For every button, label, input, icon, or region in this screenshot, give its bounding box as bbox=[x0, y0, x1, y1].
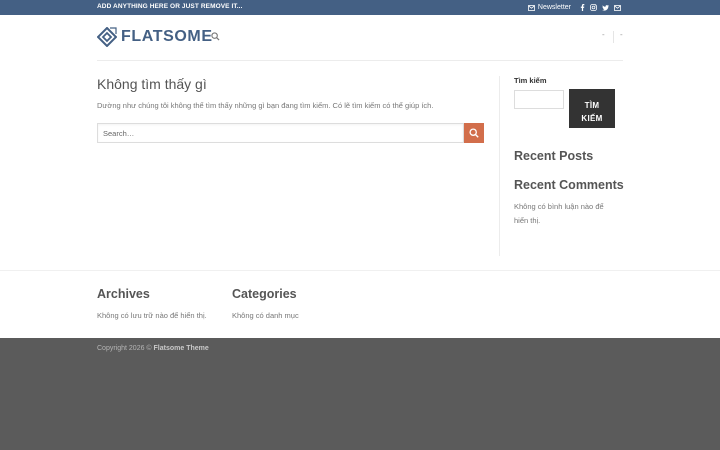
sidebar-search-button[interactable]: TÌM KIẾM bbox=[569, 89, 615, 128]
search-form bbox=[97, 123, 484, 143]
logo-text: FLATSOME bbox=[121, 28, 213, 45]
facebook-icon[interactable] bbox=[580, 4, 585, 11]
page-title: Không tìm thấy gì bbox=[97, 76, 207, 92]
search-input[interactable] bbox=[97, 123, 464, 143]
sidebar-search-title: Tìm kiếm bbox=[514, 76, 547, 85]
header-bottom-border bbox=[97, 60, 623, 61]
search-icon bbox=[469, 128, 479, 138]
recent-comments-title: Recent Comments bbox=[514, 178, 624, 192]
search-submit-button[interactable] bbox=[464, 123, 484, 143]
top-bar-message: ADD ANYTHING HERE OR JUST REMOVE IT... bbox=[97, 3, 243, 10]
copyright-brand-link[interactable]: Flatsome Theme bbox=[154, 345, 209, 352]
sidebar-search-button-line-2: KIẾM bbox=[581, 113, 603, 123]
top-bar-social: Newsletter bbox=[528, 2, 621, 13]
instagram-icon[interactable] bbox=[590, 4, 597, 11]
copyright: Copyright 2026 © Flatsome Theme bbox=[97, 345, 209, 352]
header-menu-item-2[interactable]: - bbox=[620, 30, 623, 39]
mail-icon[interactable] bbox=[614, 4, 621, 11]
sidebar-search-input[interactable] bbox=[514, 90, 564, 109]
categories-text: Không có danh mục bbox=[232, 311, 299, 320]
copyright-prefix: Copyright 2026 © bbox=[97, 345, 154, 352]
sidebar-divider bbox=[499, 76, 500, 256]
footer-widgets bbox=[0, 270, 720, 338]
newsletter-link[interactable]: Newsletter bbox=[528, 4, 571, 11]
twitter-icon[interactable] bbox=[602, 4, 609, 11]
site-logo[interactable]: FLATSOME bbox=[97, 27, 213, 47]
header-menu-item-1[interactable]: - bbox=[602, 30, 605, 39]
archives-title: Archives bbox=[97, 287, 150, 301]
search-icon[interactable] bbox=[211, 32, 220, 41]
newsletter-label: Newsletter bbox=[537, 4, 571, 11]
logo-icon bbox=[97, 27, 117, 47]
envelope-icon bbox=[528, 4, 535, 11]
categories-title: Categories bbox=[232, 287, 297, 301]
recent-posts-title: Recent Posts bbox=[514, 149, 594, 163]
sidebar-search-button-line-1: TÌM bbox=[584, 100, 600, 110]
no-comments-text: Không có bình luận nào để hiển thị. bbox=[514, 202, 604, 225]
header-divider bbox=[613, 31, 614, 43]
page-description: Dường như chúng tôi không thể tìm thấy n… bbox=[97, 101, 434, 110]
archives-text: Không có lưu trữ nào để hiển thị. bbox=[97, 311, 207, 320]
